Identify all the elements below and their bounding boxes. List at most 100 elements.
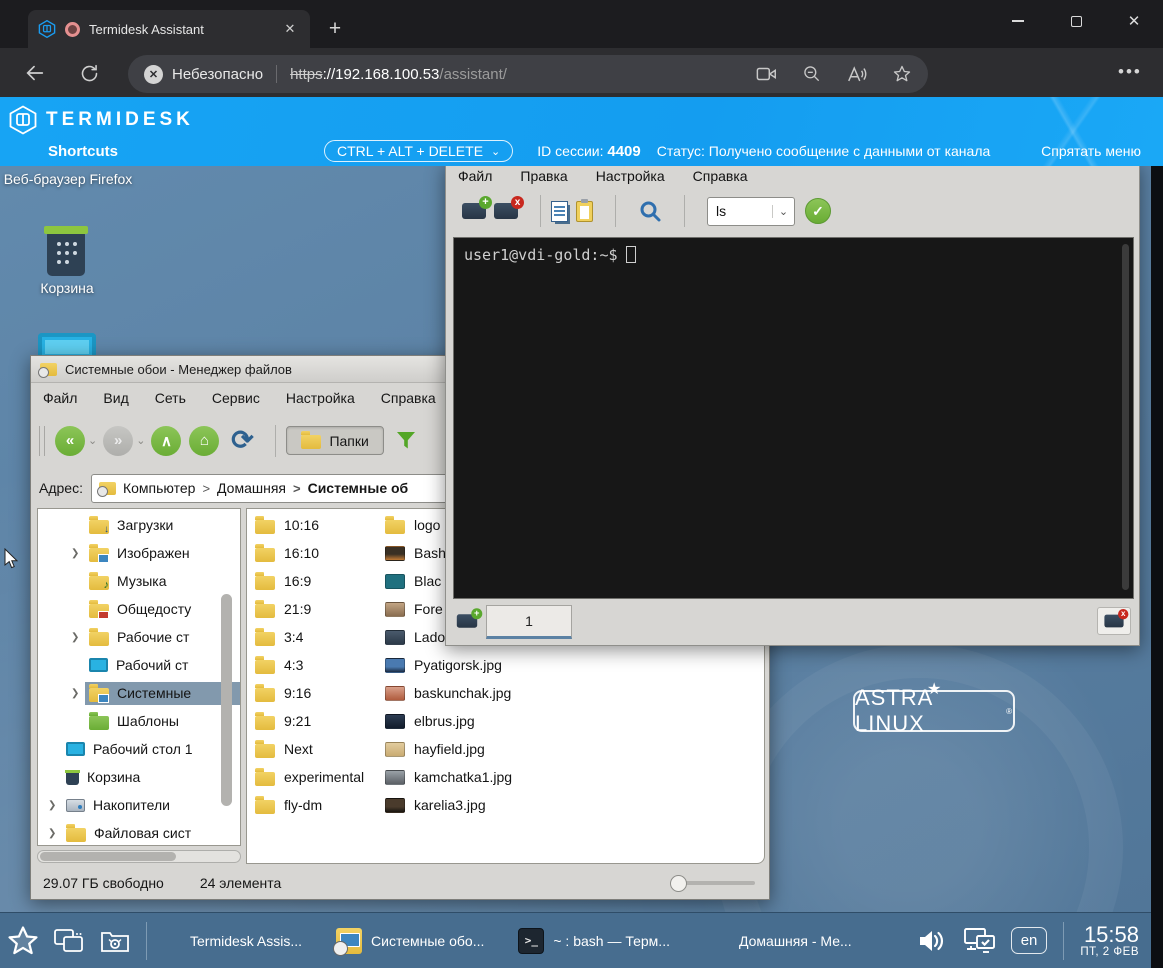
tree-horizontal-scrollbar[interactable] (37, 850, 241, 863)
file-item[interactable]: baskunchak.jpg (377, 679, 507, 707)
file-item[interactable]: 4:3 (247, 651, 377, 679)
file-item[interactable]: 10:16 (247, 511, 377, 539)
add-tab-button[interactable] (452, 607, 482, 635)
read-aloud-icon[interactable] (846, 65, 868, 84)
browser-menu-icon[interactable]: ••• (1118, 62, 1142, 82)
browser-tab[interactable]: Termidesk Assistant ✕ (28, 10, 310, 48)
menu-item[interactable]: Файл (43, 390, 77, 406)
task-button[interactable]: Домашняя - Ме... (704, 928, 852, 954)
keyboard-layout-indicator[interactable]: en (1011, 927, 1048, 954)
terminal-console[interactable]: user1@vdi-gold:~$ (453, 237, 1134, 599)
file-item[interactable]: kamchatka1.jpg (377, 763, 507, 791)
refresh-button[interactable] (74, 58, 104, 88)
home-button[interactable]: ⌂ (189, 426, 219, 456)
menu-item[interactable]: Справка (693, 168, 748, 184)
back-button[interactable]: « (55, 426, 85, 456)
tree-item[interactable]: ❯ Системные (38, 679, 240, 707)
file-item[interactable]: elbrus.jpg (377, 707, 507, 735)
window-close-button[interactable]: ✕ (1112, 6, 1156, 36)
search-button[interactable] (638, 199, 662, 223)
tree-item[interactable]: ❯ Изображен (38, 539, 240, 567)
expander-icon[interactable]: ❯ (71, 632, 85, 643)
tree-item[interactable]: ❯ Рабочий ст (38, 651, 240, 679)
file-item[interactable]: 21:9 (247, 595, 377, 623)
tree-item[interactable]: ❯ Общедосту (38, 595, 240, 623)
slider-knob[interactable] (670, 875, 687, 892)
start-menu-button[interactable] (0, 919, 46, 963)
breadcrumb-item[interactable]: Домашняя (195, 480, 286, 496)
web-capture-icon[interactable] (756, 65, 778, 83)
tree-item[interactable]: ❯ Шаблоны (38, 707, 240, 735)
not-secure-icon[interactable]: ✕ (144, 65, 163, 84)
show-desktop-button[interactable] (92, 919, 138, 963)
copy-button[interactable] (551, 201, 568, 222)
breadcrumb-item[interactable]: Системные об (286, 480, 408, 496)
tree-item[interactable]: ❯ Рабочие ст (38, 623, 240, 651)
file-item[interactable]: Pyatigorsk.jpg (377, 651, 507, 679)
menu-item[interactable]: Настройка (286, 390, 355, 406)
menu-item[interactable]: Сервис (212, 390, 260, 406)
new-tab-button[interactable]: + (323, 18, 347, 42)
task-button[interactable]: >_ ~ : bash — Терм... (518, 928, 670, 954)
file-item[interactable]: 9:21 (247, 707, 377, 735)
command-combobox[interactable]: ls ⌄ (707, 197, 795, 226)
file-item[interactable]: 9:16 (247, 679, 377, 707)
menu-item[interactable]: Сеть (155, 390, 186, 406)
expander-icon[interactable]: ❯ (71, 688, 85, 699)
volume-icon[interactable] (917, 928, 947, 954)
refresh-icon[interactable]: ⟳ (227, 425, 257, 456)
tree-item[interactable]: ❯ Музыка (38, 567, 240, 595)
close-tab-button[interactable] (1097, 607, 1131, 635)
up-button[interactable]: ∧ (151, 426, 181, 456)
favorites-star-icon[interactable] (892, 64, 912, 84)
terminal-scrollbar[interactable] (1122, 244, 1129, 590)
new-session-button[interactable] (462, 203, 486, 219)
expander-icon[interactable]: ❯ (48, 800, 62, 811)
desktop-icon-trash-label[interactable]: Корзина (12, 280, 122, 296)
run-command-button[interactable]: ✓ (805, 198, 831, 224)
filter-funnel-icon[interactable] (394, 429, 418, 453)
menu-item[interactable]: Файл (458, 168, 492, 184)
zoom-out-icon[interactable] (802, 64, 822, 84)
file-item[interactable]: 16:10 (247, 539, 377, 567)
address-bar[interactable]: ✕ Небезопасно https://192.168.100.53/ass… (128, 55, 928, 93)
task-button[interactable]: Системные обо... (336, 928, 484, 954)
tab-close-icon[interactable]: ✕ (280, 19, 300, 39)
display-network-icon[interactable] (961, 926, 997, 956)
hide-menu-button[interactable]: Спрятать меню (1041, 143, 1141, 159)
file-item[interactable]: 3:4 (247, 623, 377, 651)
file-item[interactable]: 16:9 (247, 567, 377, 595)
forward-history-chevron-icon[interactable]: ⌄ (136, 434, 145, 447)
desktop-icon-firefox[interactable]: Веб-браузер Firefox (2, 170, 134, 189)
icon-size-slider[interactable] (670, 875, 755, 892)
chevron-down-icon[interactable]: ⌄ (772, 205, 794, 218)
expander-icon[interactable]: ❯ (48, 828, 62, 839)
file-item[interactable]: fly-dm (247, 791, 377, 819)
folders-toggle-button[interactable]: Папки (286, 426, 383, 455)
window-maximize-button[interactable] (1054, 6, 1098, 36)
tree-item[interactable]: ❯ Корзина (38, 763, 240, 791)
task-button[interactable]: Termidesk Assis... (155, 928, 302, 954)
file-item[interactable]: experimental (247, 763, 377, 791)
file-item[interactable]: Next (247, 735, 377, 763)
security-label[interactable]: Небезопасно (172, 66, 263, 83)
tree-item[interactable]: ❯ Загрузки (38, 511, 240, 539)
close-session-button[interactable] (494, 203, 518, 219)
window-list-button[interactable] (46, 919, 92, 963)
breadcrumb-item[interactable]: Компьютер (123, 480, 195, 496)
paste-button[interactable] (576, 201, 593, 222)
forward-button[interactable]: » (103, 426, 133, 456)
menu-item[interactable]: Справка (381, 390, 436, 406)
window-minimize-button[interactable] (996, 6, 1040, 36)
clock[interactable]: 15:58 ПТ, 2 ФЕВ (1080, 923, 1139, 958)
back-history-chevron-icon[interactable]: ⌄ (88, 434, 97, 447)
menu-item[interactable]: Вид (103, 390, 128, 406)
file-item[interactable]: karelia3.jpg (377, 791, 507, 819)
terminal-tab-1[interactable]: 1 (486, 605, 572, 639)
tree-item[interactable]: ❯ Накопители (38, 791, 240, 819)
menu-item[interactable]: Настройка (596, 168, 665, 184)
tree-vertical-scrollbar[interactable] (221, 594, 232, 806)
menu-item[interactable]: Правка (520, 168, 567, 184)
back-button[interactable] (20, 58, 50, 88)
tree-item[interactable]: ❯ Рабочий стол 1 (38, 735, 240, 763)
